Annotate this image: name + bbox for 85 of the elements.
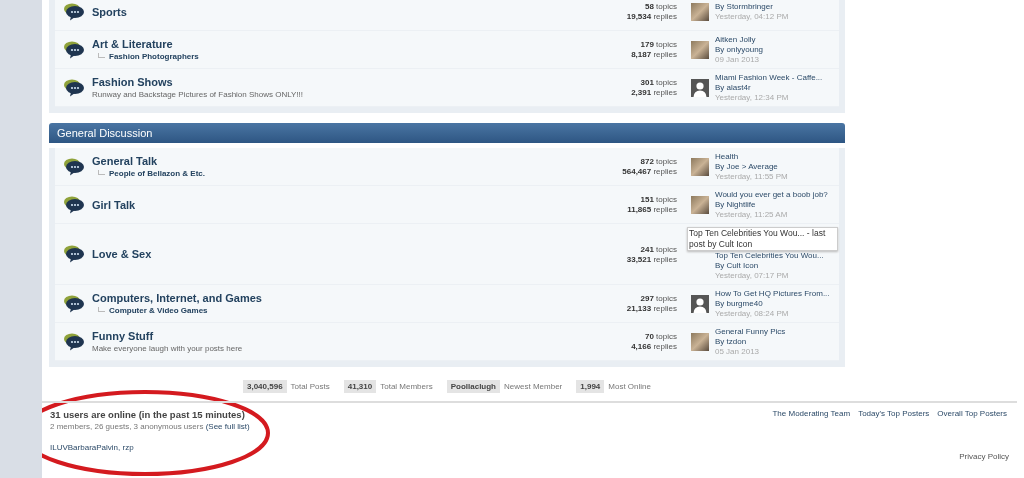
last-post-link[interactable]: Miami Fashion Week - Caffe...	[715, 73, 823, 82]
last-post-link[interactable]: Health	[715, 152, 788, 161]
speech-bubbles-icon	[63, 157, 85, 176]
stat-label: Total Members	[380, 381, 433, 391]
topic-count: 151 topics	[640, 195, 677, 204]
topic-count: 179 topics	[640, 40, 677, 49]
topic-count: 301 topics	[640, 78, 677, 87]
forum-title-link[interactable]: Computers, Internet, and Games	[92, 292, 602, 304]
avatar-photo[interactable]	[691, 40, 709, 59]
forum-title-link[interactable]: General Talk	[92, 155, 602, 167]
footer-link[interactable]: The Moderating Team	[772, 409, 851, 418]
reply-count: 19,534 replies	[626, 12, 677, 21]
reply-count: 564,467 replies	[622, 167, 677, 176]
default-avatar-icon[interactable]	[691, 294, 709, 313]
topic-count: 297 topics	[640, 294, 677, 303]
forum-description: Make everyone laugh with your posts here	[92, 344, 244, 353]
speech-bubbles-icon	[63, 40, 85, 59]
reply-count: 21,133 replies	[626, 304, 677, 313]
reply-count: 33,521 replies	[626, 254, 677, 264]
stat-value: 3,040,596	[243, 379, 287, 393]
forum-title-link[interactable]: Fashion Shows	[92, 76, 602, 88]
footer-link[interactable]: Overall Top Posters	[937, 409, 1007, 418]
last-post-date: 09 Jan 2013	[715, 55, 761, 64]
last-post-author[interactable]: By Joe > Average	[715, 162, 788, 171]
default-avatar-icon[interactable]	[691, 78, 709, 97]
last-post-link[interactable]: Top Ten Celebrities You Wou...	[715, 250, 824, 260]
stat-value: Poollaclugh	[446, 379, 500, 393]
online-summary: 2 members, 26 guests, 3 anonymous users	[50, 422, 204, 431]
speech-bubbles-icon	[63, 78, 85, 97]
topic-count: 872 topics	[640, 157, 677, 166]
online-users-heading: 31 users are online (in the past 15 minutes)	[50, 409, 246, 420]
subforum-link[interactable]: People of Bellazon & Etc.	[109, 169, 205, 178]
forum-title-link[interactable]: Art & Literature	[92, 38, 602, 50]
last-post-author[interactable]: By onlyyoung	[715, 45, 764, 54]
last-post-author[interactable]: By Stormbringer	[715, 2, 789, 11]
last-post-author[interactable]: By Nightlife	[715, 200, 828, 209]
forum-title-link[interactable]: Funny Stuff	[92, 330, 602, 342]
last-post-date: Yesterday, 04:12 PM	[715, 12, 789, 21]
last-post-author[interactable]: By burgme40	[715, 299, 830, 308]
last-post-date: Yesterday, 12:34 PM	[715, 93, 790, 102]
subforum-link[interactable]: Fashion Photographers	[109, 52, 199, 61]
last-post-date: Yesterday, 11:25 AM	[715, 210, 789, 219]
reply-count: 11,865 replies	[627, 205, 677, 214]
reply-count: 8,187 replies	[631, 50, 677, 59]
avatar-photo[interactable]	[691, 332, 709, 351]
forum-title-link[interactable]: Sports	[92, 5, 602, 18]
last-post-link[interactable]: General Funny Pics	[715, 327, 786, 336]
stat-label: Most Online	[608, 381, 651, 391]
last-post-link[interactable]: How To Get HQ Pictures From...	[715, 289, 830, 298]
last-post-author[interactable]: By tzdon	[715, 337, 786, 346]
stat-label: Total Posts	[290, 381, 330, 391]
topic-count: 241 topics	[640, 244, 677, 254]
tooltip: Top Ten Celebrities You Wou... - last post by Cult Icon	[687, 226, 838, 251]
avatar-photo[interactable]	[691, 157, 709, 176]
speech-bubbles-icon	[63, 294, 85, 313]
topic-count: 70 topics	[644, 332, 677, 341]
speech-bubbles-icon	[63, 2, 85, 21]
speech-bubbles-icon	[63, 195, 85, 214]
stat-value: 41,310	[343, 379, 377, 393]
reply-count: 2,391 replies	[631, 88, 677, 97]
avatar-photo[interactable]	[691, 195, 709, 214]
reply-count: 4,166 replies	[631, 342, 677, 351]
forum-title-link[interactable]: Girl Talk	[92, 198, 602, 211]
speech-bubbles-icon	[63, 332, 85, 351]
forum-description: Runway and Backstage Pictures of Fashion Shows ONLY!!!	[92, 90, 305, 99]
last-post-date: Yesterday, 07:17 PM	[715, 270, 790, 280]
last-post-link[interactable]: Aitken Jolly	[715, 35, 764, 44]
stat-label: Newest Member	[504, 381, 563, 391]
avatar-photo[interactable]	[691, 2, 709, 21]
online-members-list: ILUVBarbaraPalvin, rzp	[50, 443, 250, 452]
last-post-date: Yesterday, 08:24 PM	[715, 309, 790, 318]
last-post-author[interactable]: By alast4r	[715, 83, 823, 92]
last-post-date: Yesterday, 11:55 PM	[715, 172, 788, 181]
category-header: General Discussion	[49, 123, 845, 143]
full-list-link[interactable]: (See full list)	[205, 422, 250, 431]
forum-title-link[interactable]: Love & Sex	[92, 248, 602, 260]
last-post-date: 05 Jan 2013	[715, 347, 761, 356]
speech-bubbles-icon	[63, 245, 85, 263]
topic-count: 58 topics	[644, 2, 677, 11]
last-post-author[interactable]: By Cult Icon	[715, 260, 824, 270]
footer-link[interactable]: Today's Top Posters	[858, 409, 930, 418]
last-post-link[interactable]: Would you ever get a boob job?	[715, 190, 828, 199]
privacy-policy-link[interactable]: Privacy Policy	[959, 452, 1009, 461]
stat-value: 1,994	[576, 379, 605, 393]
subforum-link[interactable]: Computer & Video Games	[109, 306, 208, 315]
